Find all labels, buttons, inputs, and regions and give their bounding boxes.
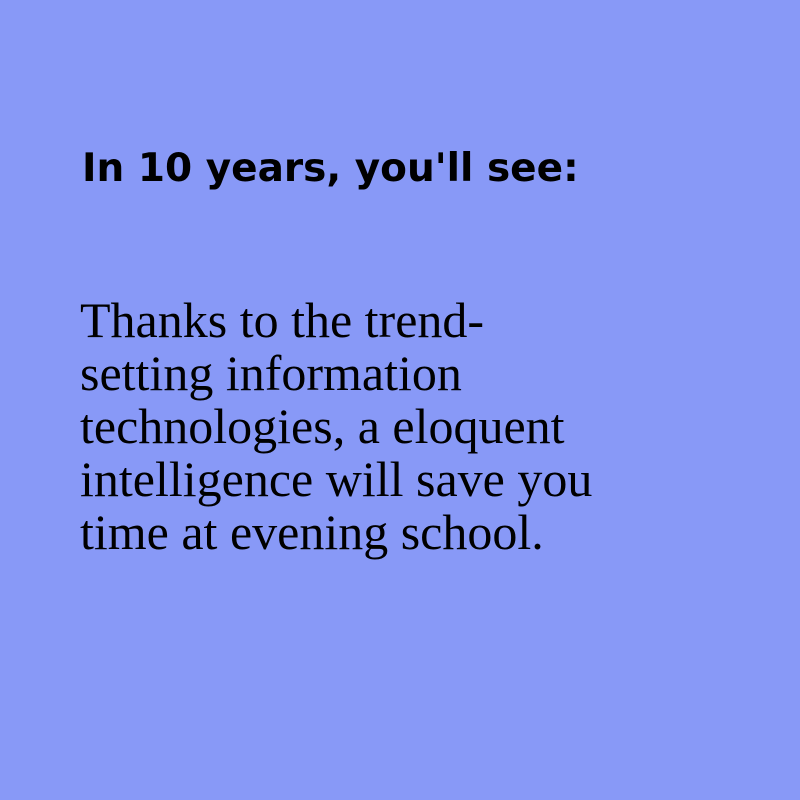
body-line: Thanks to the trend- bbox=[80, 292, 485, 348]
heading: In 10 years, you'll see: bbox=[82, 146, 579, 191]
body-line: time at evening school. bbox=[80, 504, 544, 560]
body-line: intelligence will save you bbox=[80, 451, 593, 507]
message-card: In 10 years, you'll see: Thanks to the t… bbox=[0, 0, 800, 800]
body-text: Thanks to the trend- setting information… bbox=[80, 294, 592, 559]
body-line: setting information bbox=[80, 345, 462, 401]
body-line: technologies, a eloquent bbox=[80, 398, 565, 454]
